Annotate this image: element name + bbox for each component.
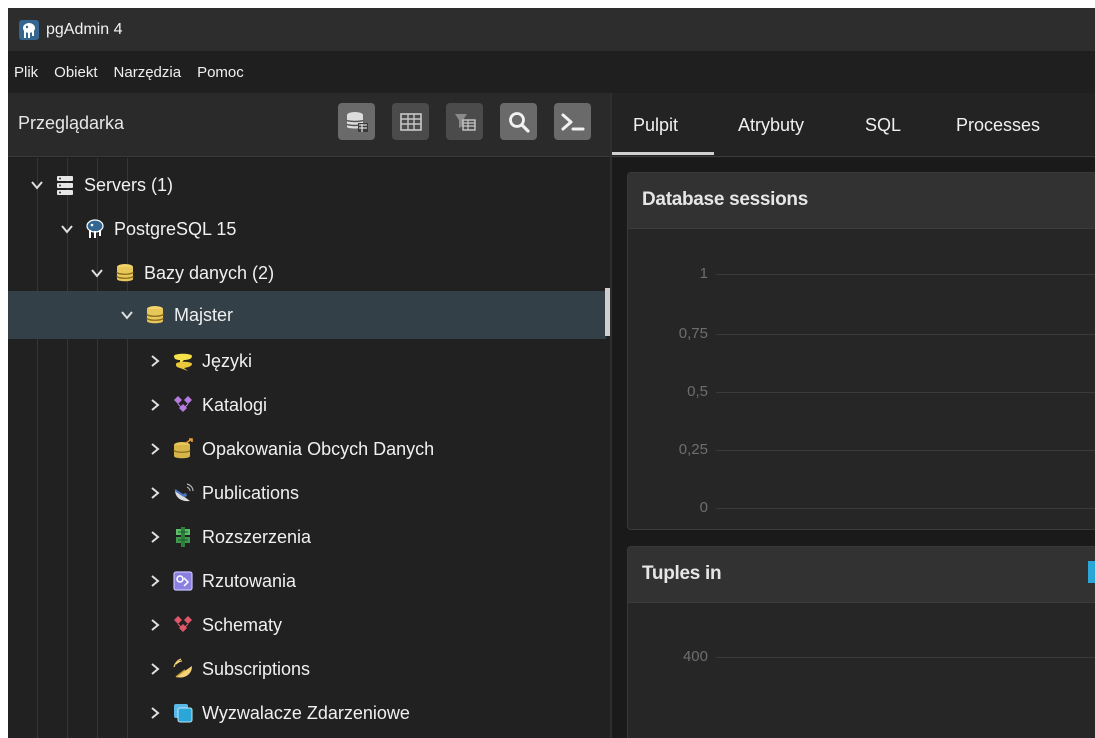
chevron-right-icon[interactable] [148,354,162,368]
subscriptions-icon [173,658,192,678]
chevron-right-icon[interactable] [148,442,162,456]
chevron-right-icon[interactable] [148,618,162,632]
tree-item-label: Wyzwalacze Zdarzeniowe [202,702,410,723]
title-bar: pgAdmin 4 [8,8,1095,51]
postgresql-elephant-icon [86,219,104,238]
table-grid-icon [399,112,422,131]
tree-item-label: Publications [202,482,300,503]
view-data-button[interactable] [392,103,429,140]
grid-line [716,392,1095,393]
window-title: pgAdmin 4 [46,20,123,38]
tree-item-event-triggers[interactable]: Wyzwalacze Zdarzeniowe [8,691,606,735]
database-sessions-panel: Database sessions 1 0,75 0,5 0,25 0 [627,172,1095,530]
foreign-data-wrappers-icon [173,438,193,459]
catalogs-icon [174,396,192,412]
tree-item-casts[interactable]: Rzutowania [8,559,606,603]
tree-item-server-postgresql[interactable]: PostgreSQL 15 [8,207,606,251]
active-tab-indicator [612,152,714,155]
y-tick-label: 0,75 [678,325,708,342]
database-icon [146,306,164,324]
tab-processes[interactable]: Processes [956,115,1040,136]
menu-file[interactable]: Plik [12,60,40,85]
search-button[interactable] [500,103,537,140]
object-explorer-icon [345,111,368,132]
tree-item-subscriptions[interactable]: Subscriptions [8,647,606,691]
chevron-right-icon[interactable] [148,662,162,676]
grid-line [716,450,1095,451]
browser-title: Przeglądarka [18,113,125,133]
schemas-icon [174,616,192,632]
menu-tools[interactable]: Narzędzia [112,60,184,85]
chevron-right-icon[interactable] [148,486,162,500]
search-icon [508,111,530,133]
pgadmin-window: pgAdmin 4 Plik Obiekt Narzędzia Pomoc Pr… [8,8,1095,738]
tree-item-extensions[interactable]: Rozszerzenia [8,515,606,559]
object-explorer-button[interactable] [338,103,375,140]
y-tick-label: 0 [699,499,708,516]
tree-item-publications[interactable]: Publications [8,471,606,515]
menu-bar: Plik Obiekt Narzędzia Pomoc [8,51,1095,93]
legend-swatch [1088,561,1095,583]
filtered-rows-button[interactable] [446,103,483,140]
menu-help[interactable]: Pomoc [195,60,246,85]
chevron-down-icon[interactable] [30,178,44,192]
tab-sql[interactable]: SQL [865,115,901,136]
tree-item-label: Majster [174,304,234,325]
tree-item-label: PostgreSQL 15 [114,218,237,239]
terminal-icon [561,113,584,130]
casts-icon [173,571,193,591]
languages-icon [174,353,192,371]
extensions-icon [176,527,190,547]
pgadmin-logo-icon [19,19,39,40]
tree-item-label: Schematy [202,614,283,635]
y-tick-label: 400 [682,648,708,665]
tree-item-label: Rzutowania [202,570,297,591]
browser-header: Przeglądarka [8,93,610,157]
panel-header: Tuples in [628,547,1095,603]
tree-item-schemas[interactable]: Schematy [8,603,606,647]
tree-item-databases[interactable]: Bazy danych (2) [8,251,606,295]
tree-item-label: Katalogi [202,394,268,415]
publications-icon [174,483,194,502]
tab-dashboard[interactable]: Pulpit [633,115,678,136]
tree-item-label: Opakowania Obcych Danych [202,438,435,459]
chevron-down-icon[interactable] [90,266,104,280]
tab-bar: Pulpit Atrybuty SQL Processes [612,93,1095,157]
panel-header: Database sessions [628,173,1095,229]
y-tick-label: 0,25 [678,441,708,458]
databases-icon [116,264,134,282]
tree-item-catalogs[interactable]: Katalogi [8,383,606,427]
panel-title: Database sessions [642,189,808,210]
chevron-right-icon[interactable] [148,574,162,588]
chevron-down-icon[interactable] [60,222,74,236]
grid-line [716,657,1095,658]
chevron-right-icon[interactable] [148,706,162,720]
event-triggers-icon [174,704,193,723]
y-tick-label: 0,5 [687,383,708,400]
tree-item-label: Rozszerzenia [202,526,312,547]
psql-tool-button[interactable] [554,103,591,140]
tree-item-database-majster[interactable]: Majster [8,291,606,339]
tree-item-label: Subscriptions [202,658,311,679]
chevron-right-icon[interactable] [148,530,162,544]
tree-item-label: Servers (1) [84,174,174,195]
menu-object[interactable]: Obiekt [52,60,99,85]
tuples-in-panel: Tuples in 400 [627,546,1095,738]
servers-icon [57,176,73,195]
grid-line [716,274,1095,275]
panel-title: Tuples in [642,563,722,584]
grid-line [716,334,1095,335]
tree-item-foreign-data-wrappers[interactable]: Opakowania Obcych Danych [8,427,606,471]
tree-item-label: Bazy danych (2) [144,262,275,283]
tree-item-label: Języki [202,350,253,371]
y-tick-label: 1 [699,265,708,282]
tab-properties[interactable]: Atrybuty [738,115,804,136]
filtered-rows-icon [454,113,476,131]
chevron-down-icon[interactable] [120,308,134,322]
chevron-right-icon[interactable] [148,398,162,412]
tree-item-languages[interactable]: Języki [8,339,606,383]
grid-line [716,508,1095,509]
tree-item-servers[interactable]: Servers (1) [8,163,606,207]
